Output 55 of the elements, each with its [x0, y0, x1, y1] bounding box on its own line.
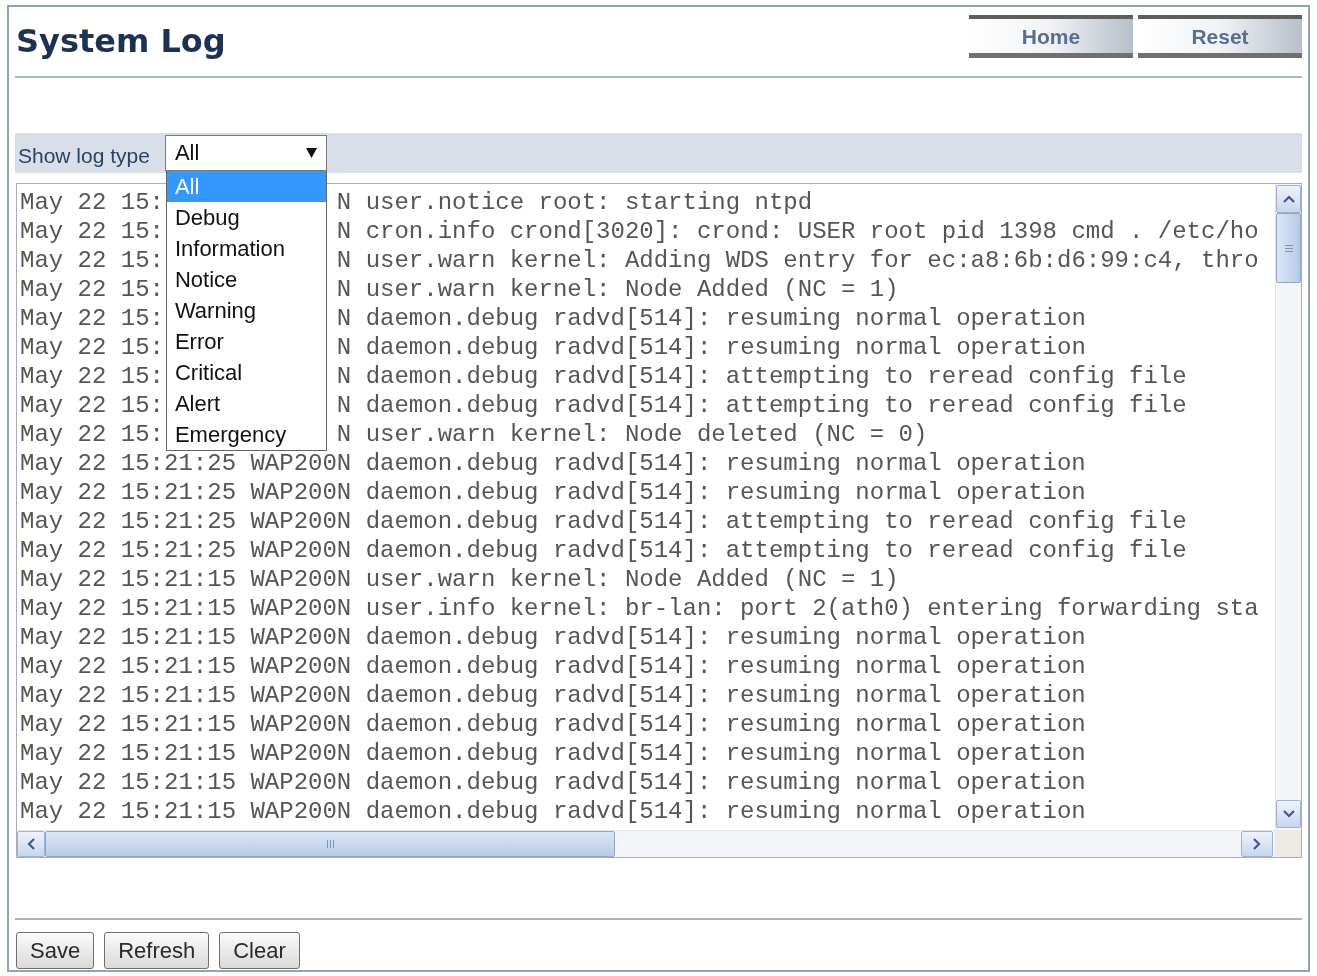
log-line: May 22 15:	[20, 392, 165, 419]
chevron-left-icon	[27, 838, 35, 850]
log-line: May 22 15:	[20, 363, 165, 390]
log-line: May 22 15:21:15 WAP200N daemon.debug radvd[514]: resuming normal operation	[20, 740, 1086, 767]
log-line: May 22 15:	[20, 218, 165, 245]
horizontal-scrollbar[interactable]	[17, 830, 1275, 857]
action-button[interactable]: Save	[16, 932, 95, 969]
caret-icon	[305, 148, 317, 158]
scroll-down-button[interactable]	[1276, 800, 1301, 828]
scrollbar-thumb[interactable]	[1276, 213, 1301, 283]
scroll-up-button[interactable]	[1276, 185, 1301, 213]
grip-icon	[326, 840, 334, 848]
log-line: N daemon.debug radvd[514]: resuming normal operation	[336, 334, 1086, 361]
scrollbar-thumb[interactable]	[45, 831, 615, 857]
log-line: N user.warn kernel: Adding WDS entry for ec:a8:6b:d6:99:c4, thro	[336, 247, 1259, 274]
scroll-right-button[interactable]	[1241, 831, 1273, 857]
log-line: May 22 15:21:15 WAP200N daemon.debug radvd[514]: resuming normal operation	[20, 653, 1086, 680]
chevron-down-icon	[1282, 810, 1295, 818]
log-line: May 22 15:21:15 WAP200N daemon.debug radvd[514]: resuming normal operation	[20, 798, 1086, 825]
log-type-label: Show log type	[18, 144, 150, 168]
scrollbar-corner	[1275, 830, 1301, 857]
log-line: N daemon.debug radvd[514]: resuming normal operation	[336, 305, 1086, 332]
log-line: May 22 15:21:15 WAP200N daemon.debug radvd[514]: resuming normal operation	[20, 769, 1086, 796]
log-line: May 22 15:21:25 WAP200N daemon.debug radvd[514]: attempting to reread config file	[20, 537, 1187, 564]
log-line: May 22 15:	[20, 247, 165, 274]
scroll-left-button[interactable]	[17, 831, 45, 857]
log-line: May 22 15:	[20, 189, 165, 216]
log-line: N user.warn kernel: Node Added (NC = 1)	[336, 276, 899, 303]
header-button[interactable]: Home	[969, 15, 1133, 58]
log-line: May 22 15:21:15 WAP200N user.info kernel: br-lan: port 2(ath0) entering forwarding sta	[20, 595, 1259, 622]
log-line: N daemon.debug radvd[514]: attempting to reread config file	[336, 392, 1187, 419]
chevron-up-icon	[1282, 195, 1295, 203]
grip-icon	[1284, 244, 1293, 252]
log-line: N user.notice root: starting ntpd	[336, 189, 813, 216]
action-button[interactable]: Refresh	[104, 932, 210, 969]
log-line: May 22 15:21:15 WAP200N user.warn kernel: Node Added (NC = 1)	[20, 566, 899, 593]
log-line: May 22 15:	[20, 276, 165, 303]
log-line: May 22 15:21:15 WAP200N daemon.debug radvd[514]: resuming normal operation	[20, 682, 1086, 709]
log-line: May 22 15:21:15 WAP200N daemon.debug radvd[514]: resuming normal operation	[20, 624, 1086, 651]
log-type-select[interactable]: All	[164, 135, 327, 171]
log-line: May 22 15:	[20, 305, 165, 332]
chevron-right-icon	[1253, 838, 1261, 850]
vertical-scrollbar[interactable]	[1275, 184, 1301, 830]
log-line: May 22 15:	[20, 334, 165, 361]
action-button[interactable]: Clear	[219, 932, 300, 969]
log-line: May 22 15:	[20, 421, 165, 448]
log-line: N cron.info crond[3020]: crond: USER root pid 1398 cmd . /etc/ho	[336, 218, 1259, 245]
page-title: System Log	[16, 21, 226, 61]
log-line: May 22 15:21:15 WAP200N daemon.debug radvd[514]: resuming normal operation	[20, 711, 1086, 738]
log-line: May 22 15:21:25 WAP200N daemon.debug radvd[514]: attempting to reread config file	[20, 508, 1187, 535]
log-line: N daemon.debug radvd[514]: attempting to reread config file	[336, 363, 1187, 390]
log-line: May 22 15:21:25 WAP200N daemon.debug radvd[514]: resuming normal operation	[20, 479, 1086, 506]
log-line: May 22 15:21:25 WAP200N daemon.debug radvd[514]: resuming normal operation	[20, 450, 1086, 477]
header-button[interactable]: Reset	[1138, 15, 1302, 58]
log-line: N user.warn kernel: Node deleted (NC = 0)	[336, 421, 928, 448]
